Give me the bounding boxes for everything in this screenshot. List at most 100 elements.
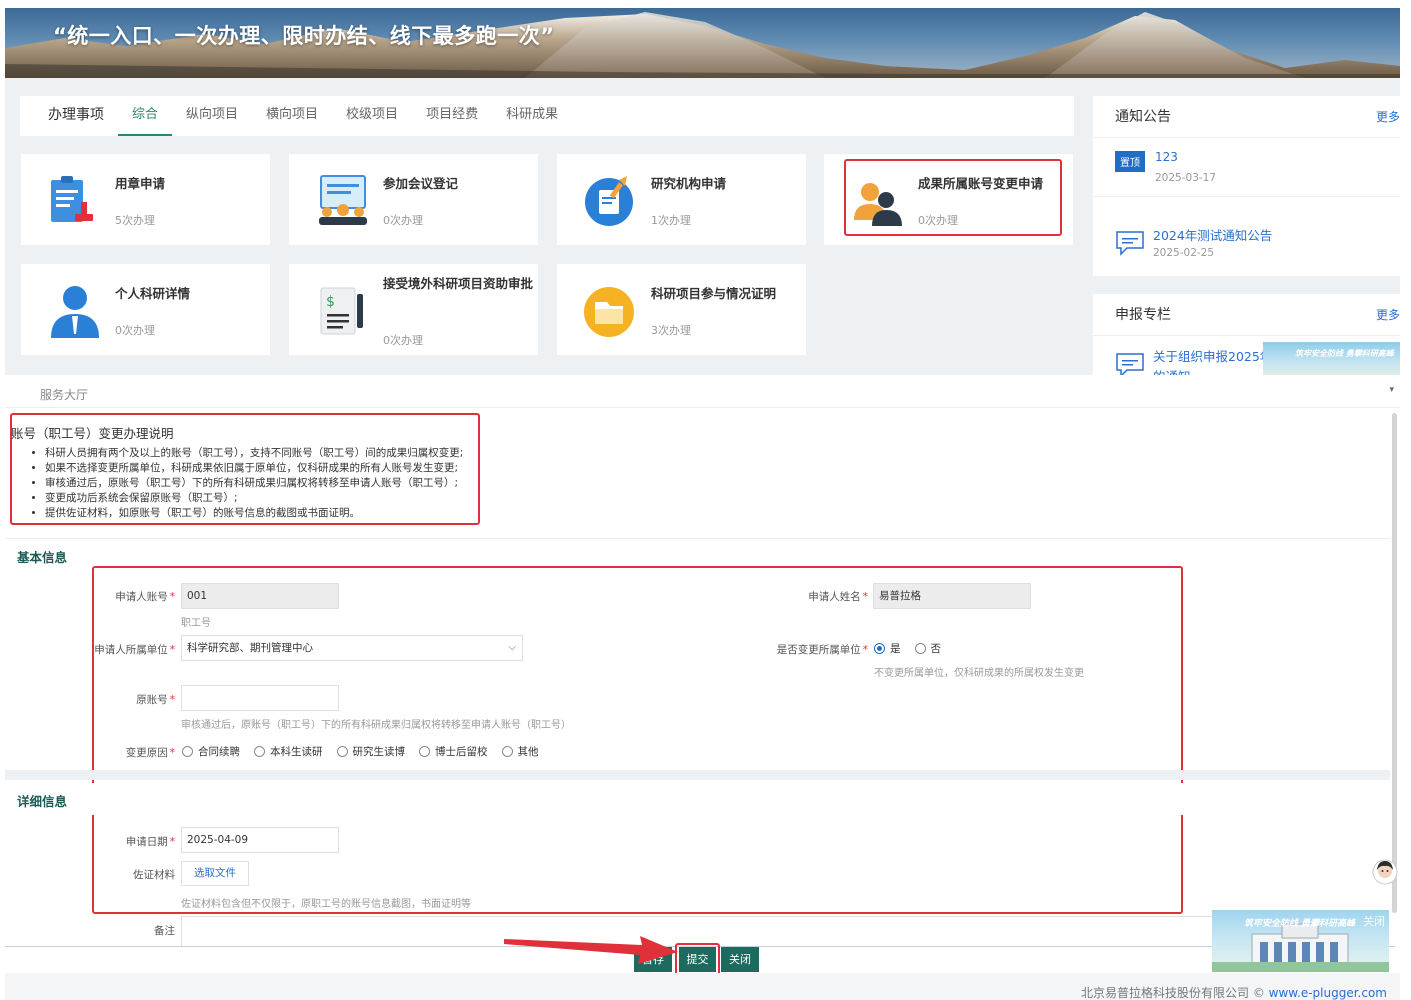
tab-horizontal-projects[interactable]: 横向项目 [252,96,332,136]
tab-research-results[interactable]: 科研成果 [492,96,572,136]
material-hint: 佐证材料包含但不仅限于，原职工号的账号信息截图，书面证明等 [181,899,471,910]
tab-school-projects[interactable]: 校级项目 [332,96,412,136]
applicant-account-hint: 职工号 [181,618,211,629]
copyright: 北京易普拉格科技股份有限公司 © www.e-plugger.com [1081,984,1387,1000]
service-card-foreign-funding[interactable]: $ 接受境外科研项目资助审批 0次办理 [289,264,538,355]
card-title: 研究机构申请 [651,176,727,191]
instructions-title: 账号（职工号）变更办理说明 [11,426,174,441]
assistant-avatar-icon[interactable] [1372,858,1398,886]
tab-vertical-projects[interactable]: 纵向项目 [172,96,252,136]
header-banner: “统一入口、一次办理、限时办结、线下最多跑一次” [5,8,1400,78]
choose-file-button[interactable]: 选取文件 [181,861,249,886]
radio-no-label: 否 [930,643,942,655]
declare-heading: 申报专栏 更多 [1093,294,1400,336]
declare-more-link[interactable]: 更多 [1376,294,1400,336]
section-divider [5,770,1390,780]
notice-item-title[interactable]: 2024年测试通知公告 [1153,225,1272,244]
notice-item-date: 2025-03-17 [1155,172,1217,184]
notice-panel: 通知公告 更多 置顶 123 2025-03-17 2024年测试通知公告 20… [1093,96,1400,276]
message-icon [1116,353,1144,375]
collapse-caret-icon[interactable]: ▾ [1389,385,1394,395]
declare-item-title[interactable]: 关于组织申报2025年 [1153,346,1272,365]
pointer-arrow-icon [504,936,678,964]
card-count: 0次办理 [383,214,423,227]
meeting-registration-icon [319,175,367,225]
floating-ad[interactable]: 筑牢安全防线 勇攀科研高峰 关闭 [1212,910,1389,972]
notice-item-pinned[interactable]: 置顶 [1115,151,1145,172]
notice-heading-text: 通知公告 [1115,109,1171,125]
notice-heading: 通知公告 更多 [1093,96,1400,138]
change-unit-radio-group: 是 否 [868,641,941,656]
date-label: 申请日期 * [125,836,175,848]
applicant-account-label: 申请人账号 * [115,591,175,603]
notice-item-title[interactable]: 123 [1155,150,1178,164]
folder-icon [584,287,634,337]
unit-select[interactable]: 科学研究部、期刊管理中心 ⌵ [181,635,523,661]
message-icon [1116,231,1144,256]
instructions-list: 科研人员拥有两个及以上的账号（职工号），支持不同账号（职工号）间的成果归属权变更… [33,446,463,521]
service-hall-label: 服务大厅 [40,388,89,402]
unit-label: 申请人所属单位 * [94,644,175,656]
card-title: 科研项目参与情况证明 [651,286,777,301]
card-title: 参加会议登记 [383,176,459,191]
instruction-item: 如果不选择变更所属单位，科研成果依旧属于原单位，仅科研成果的所有人账号发生变更; [45,461,463,476]
close-button[interactable]: 关闭 [721,947,759,972]
service-card-institute[interactable]: 研究机构申请 1次办理 [557,154,806,245]
radio-reason[interactable] [336,746,348,757]
seal-application-icon [51,176,93,222]
card-count: 5次办理 [115,214,155,227]
document-funding-icon: $ [320,287,363,335]
radio-reason[interactable] [501,746,513,757]
company-name: 北京易普拉格科技股份有限公司 © [1081,986,1265,1000]
card-title: 个人科研详情 [115,286,191,301]
radio-reason-label: 研究生读博 [352,746,406,758]
date-field[interactable]: 2025-04-09 [181,827,339,853]
tab-project-funds[interactable]: 项目经费 [412,96,492,136]
declare-item-title-line2[interactable]: 的通知 [1153,366,1191,375]
radio-reason[interactable] [419,746,430,757]
orig-account-field[interactable] [181,685,339,711]
service-card-seal[interactable]: 用章申请 5次办理 [21,154,270,245]
radio-reason[interactable] [254,746,265,757]
company-url-link[interactable]: www.e-plugger.com [1269,986,1387,1000]
basic-info-title: 基本信息 [17,550,68,565]
chevron-down-icon: ⌵ [508,642,516,653]
vertical-scrollbar[interactable] [1392,413,1397,913]
floating-ad-side[interactable]: 筑牢安全防线 勇攀科研高峰 [1263,342,1400,375]
banner-slogan: “统一入口、一次办理、限时办结、线下最多跑一次” [53,24,555,48]
reason-label: 变更原因 * [125,747,175,759]
card-count: 0次办理 [383,334,423,347]
pinned-badge: 置顶 [1115,151,1145,172]
radio-yes-label: 是 [890,643,901,655]
tab-handle-items[interactable]: 办理事项 [20,96,118,136]
ad-close-button[interactable]: 关闭 [1363,913,1385,929]
radio-reason-label: 博士后留校 [435,746,488,758]
service-hall-bar: 服务大厅 ▾ [5,380,1400,408]
card-count: 1次办理 [651,214,691,227]
applicant-name-label: 申请人姓名 * [808,591,868,603]
instruction-item: 变更成功后系统会保留原账号（职工号）; [45,491,463,506]
radio-reason-label: 本科生读研 [270,746,323,758]
radio-reason-label: 其他 [517,746,539,758]
applicant-name-field[interactable]: 易普拉格 [873,583,1031,609]
card-title: 接受境外科研项目资助审批 [383,276,534,291]
reason-radio-group: 合同续聘 本科生读研 研究生读博 博士后留校 其他 [176,744,539,759]
tab-general[interactable]: 综合 [118,96,173,136]
radio-no[interactable] [914,643,926,654]
remark-textarea[interactable] [181,916,1381,946]
service-card-meeting[interactable]: 参加会议登记 0次办理 [289,154,538,245]
instruction-item: 科研人员拥有两个及以上的账号（职工号），支持不同账号（职工号）间的成果归属权变更… [45,446,463,461]
service-card-participation[interactable]: 科研项目参与情况证明 3次办理 [557,264,806,355]
instruction-item: 审核通过后，原账号（职工号）下的所有科研成果归属权将转移至申请人账号（职工号）; [45,476,463,491]
declare-heading-text: 申报专栏 [1115,307,1171,323]
notice-more-link[interactable]: 更多 [1376,96,1400,138]
radio-yes[interactable] [874,643,885,654]
card-title: 用章申请 [115,176,166,191]
applicant-account-field[interactable]: 001 [181,583,339,609]
detail-info-section-header: 详细信息 [5,783,1390,815]
notice-item-date: 2025-02-25 [1153,247,1215,259]
highlight-box-card [844,159,1062,236]
radio-reason[interactable] [182,746,193,757]
service-card-personal[interactable]: 个人科研详情 0次办理 [21,264,270,355]
change-unit-label: 是否变更所属单位 * [776,644,868,656]
